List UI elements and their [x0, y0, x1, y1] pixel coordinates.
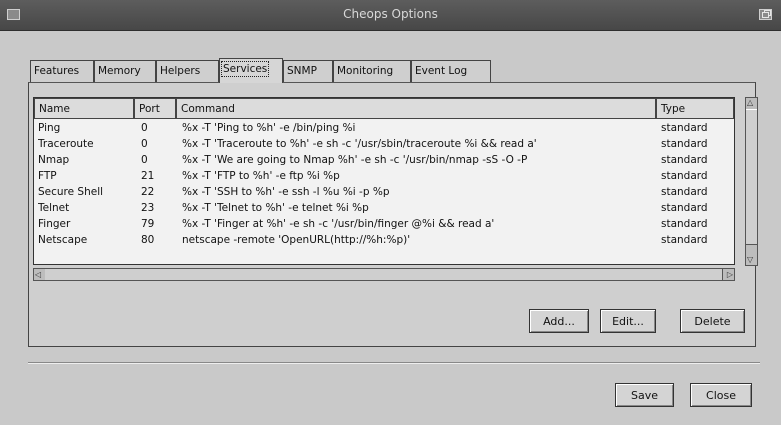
tab-event-log[interactable]: Event Log — [411, 60, 491, 82]
service-name: Ping — [38, 122, 61, 134]
service-type: standard — [661, 170, 708, 182]
add-button[interactable]: Add... — [529, 309, 589, 333]
service-type: standard — [661, 122, 708, 134]
service-name: FTP — [38, 170, 57, 182]
tab-label: Helpers — [160, 65, 201, 77]
service-type: standard — [661, 186, 708, 198]
scroll-down-arrow-icon[interactable]: ▽ — [747, 255, 753, 265]
delete-button[interactable]: Delete — [680, 309, 745, 333]
service-command: %x -T 'Finger at %h' -e sh -c '/usr/bin/… — [182, 218, 495, 230]
vertical-scroll-thumb[interactable] — [746, 109, 757, 245]
table-row[interactable]: Finger 79 %x -T 'Finger at %h' -e sh -c … — [34, 217, 734, 233]
service-command: netscape -remote 'OpenURL(http://%h:%p)' — [182, 234, 411, 246]
service-type: standard — [661, 234, 708, 246]
service-command: %x -T 'SSH to %h' -e ssh -l %u %i -p %p — [182, 186, 390, 198]
tab-helpers[interactable]: Helpers — [156, 60, 219, 82]
tab-label: Monitoring — [337, 65, 394, 77]
service-port: 23 — [141, 202, 155, 214]
service-port: 0 — [141, 122, 148, 134]
cheops-options-window: Cheops Options Features Memory Helpers S… — [0, 0, 781, 425]
service-port: 22 — [141, 186, 155, 198]
maximize-icon[interactable] — [759, 9, 772, 20]
column-header-type[interactable]: Type — [656, 98, 734, 119]
service-name: Telnet — [38, 202, 70, 214]
table-row[interactable]: FTP 21 %x -T 'FTP to %h' -e ftp %i %p st… — [34, 169, 734, 185]
service-name: Secure Shell — [38, 186, 104, 198]
scroll-up-arrow-icon[interactable]: △ — [747, 98, 753, 108]
table-row[interactable]: Netscape 80 netscape -remote 'OpenURL(ht… — [34, 233, 734, 249]
tab-features[interactable]: Features — [30, 60, 94, 82]
scroll-left-arrow-icon[interactable]: ◁ — [35, 269, 41, 280]
horizontal-scrollbar[interactable]: ◁ ▷ — [33, 268, 735, 281]
service-type: standard — [661, 218, 708, 230]
service-command: %x -T 'Ping to %h' -e /bin/ping %i — [182, 122, 356, 134]
table-row[interactable]: Ping 0 %x -T 'Ping to %h' -e /bin/ping %… — [34, 121, 734, 137]
service-type: standard — [661, 202, 708, 214]
tab-label: Services — [220, 61, 270, 77]
tab-snmp[interactable]: SNMP — [283, 60, 333, 82]
service-name: Nmap — [38, 154, 70, 166]
tab-label: Event Log — [415, 65, 468, 77]
save-button[interactable]: Save — [615, 383, 674, 407]
tab-memory[interactable]: Memory — [94, 60, 156, 82]
service-port: 21 — [141, 170, 155, 182]
services-panel: Name Port Command Type Ping 0 %x -T 'Pin… — [28, 82, 758, 347]
service-port: 0 — [141, 154, 148, 166]
horizontal-scroll-thumb[interactable] — [45, 269, 723, 280]
table-row[interactable]: Traceroute 0 %x -T 'Traceroute to %h' -e… — [34, 137, 734, 153]
table-row[interactable]: Secure Shell 22 %x -T 'SSH to %h' -e ssh… — [34, 185, 734, 201]
edit-button[interactable]: Edit... — [600, 309, 656, 333]
title-bar[interactable]: Cheops Options — [0, 0, 781, 31]
service-command: %x -T 'We are going to Nmap %h' -e sh -c… — [182, 154, 528, 166]
vertical-scrollbar[interactable]: △ ▽ — [745, 97, 758, 266]
window-title: Cheops Options — [343, 7, 438, 21]
tab-label: Memory — [98, 65, 141, 77]
service-type: standard — [661, 154, 708, 166]
table-row[interactable]: Telnet 23 %x -T 'Telnet to %h' -e telnet… — [34, 201, 734, 217]
tab-label: SNMP — [287, 65, 317, 77]
service-name: Traceroute — [38, 138, 94, 150]
service-command: %x -T 'Telnet to %h' -e telnet %i %p — [182, 202, 369, 214]
tab-label: Features — [34, 65, 80, 77]
scroll-right-arrow-icon[interactable]: ▷ — [727, 269, 733, 280]
column-header-command[interactable]: Command — [176, 98, 656, 119]
service-name: Netscape — [38, 234, 88, 246]
service-name: Finger — [38, 218, 71, 230]
service-command: %x -T 'FTP to %h' -e ftp %i %p — [182, 170, 340, 182]
service-port: 0 — [141, 138, 148, 150]
close-button[interactable]: Close — [690, 383, 752, 407]
separator — [28, 362, 760, 364]
tab-monitoring[interactable]: Monitoring — [333, 60, 411, 82]
tab-services[interactable]: Services — [219, 58, 283, 83]
service-type: standard — [661, 138, 708, 150]
column-header-name[interactable]: Name — [34, 98, 134, 119]
service-command: %x -T 'Traceroute to %h' -e sh -c '/usr/… — [182, 138, 537, 150]
service-port: 80 — [141, 234, 155, 246]
service-port: 79 — [141, 218, 155, 230]
table-row[interactable]: Nmap 0 %x -T 'We are going to Nmap %h' -… — [34, 153, 734, 169]
services-list[interactable]: Name Port Command Type Ping 0 %x -T 'Pin… — [33, 97, 735, 265]
column-header-port[interactable]: Port — [134, 98, 176, 119]
